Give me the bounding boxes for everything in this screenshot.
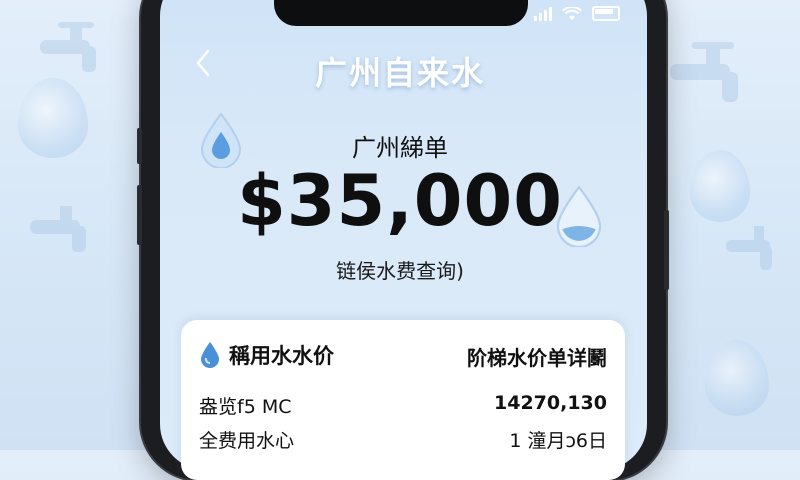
card-title: 稱用水水价 xyxy=(229,344,334,368)
row-label: 全费用水心 xyxy=(199,430,295,452)
water-price-card: 稱用水水价 阶梯水价单详鬬 盎览f5 MC 14270,130 全费用水心 1 … xyxy=(181,320,625,480)
status-bar xyxy=(534,6,620,21)
row-label: 盎览f5 MC xyxy=(199,396,292,418)
signal-icon xyxy=(534,6,552,21)
row-value: 14270,130 xyxy=(494,392,607,414)
card-header: 稱用水水价 xyxy=(199,340,334,370)
tier-price-detail-link[interactable]: 阶梯水价单详鬬 xyxy=(467,342,607,371)
bill-amount: $35,000 xyxy=(237,160,563,242)
bill-subtitle: 广州綈单 xyxy=(352,134,448,162)
row-value: 1 潼月ɔ6日 xyxy=(509,430,607,452)
water-drop-icon xyxy=(201,342,219,368)
background-drop xyxy=(705,340,769,416)
list-item: 盎览f5 MC 14270,130 xyxy=(199,392,607,419)
fee-query-link[interactable]: 链侯水费查询) xyxy=(0,255,800,284)
battery-icon xyxy=(592,6,620,21)
notch xyxy=(274,0,528,26)
page-title: 广州自来水 xyxy=(314,54,485,92)
list-item: 全费用水心 1 潼月ɔ6日 xyxy=(199,426,607,453)
wifi-icon xyxy=(562,6,582,20)
